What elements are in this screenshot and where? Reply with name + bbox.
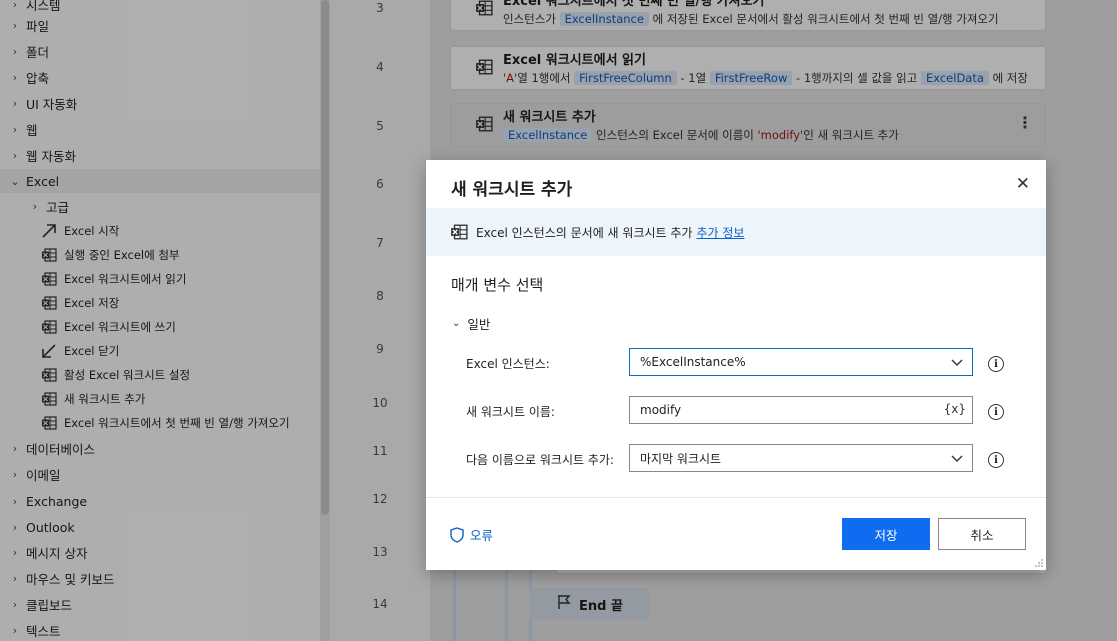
add-position-select[interactable]: 마지막 워크시트 <box>629 444 973 472</box>
on-error-button[interactable]: 오류 <box>450 525 493 544</box>
chevron-down-icon <box>950 451 964 468</box>
chevron-down-icon: ⌄ <box>452 318 461 329</box>
cancel-button[interactable]: 취소 <box>938 518 1026 550</box>
info-icon[interactable]: i <box>988 452 1004 468</box>
excel-instance-select[interactable]: %ExcelInstance% <box>629 348 973 376</box>
variable-picker-icon[interactable]: {x} <box>944 402 966 416</box>
save-button[interactable]: 저장 <box>842 518 930 550</box>
add-position-label: 다음 이름으로 워크시트 추가: <box>466 453 614 467</box>
worksheet-name-input[interactable]: modify {x} <box>629 396 973 424</box>
more-info-link[interactable]: 추가 정보 <box>696 224 744 241</box>
close-icon[interactable]: ✕ <box>1016 174 1030 194</box>
worksheet-name-label: 새 워크시트 이름: <box>466 405 555 419</box>
info-icon[interactable]: i <box>988 404 1004 420</box>
add-worksheet-dialog: 새 워크시트 추가 ✕ Excel 인스턴스의 문서에 새 워크시트 추가 추가… <box>426 160 1046 570</box>
group-general[interactable]: ⌄ 일반 <box>452 314 490 333</box>
excel-sheet-icon <box>450 224 468 240</box>
chevron-down-icon <box>950 355 964 372</box>
section-heading: 매개 변수 선택 <box>451 276 544 294</box>
info-text: Excel 인스턴스의 문서에 새 워크시트 추가 <box>476 225 693 240</box>
resize-grip-icon[interactable] <box>1034 558 1044 568</box>
excel-instance-label: Excel 인스턴스: <box>466 357 550 371</box>
shield-icon <box>450 526 464 543</box>
footer-divider <box>426 497 1046 498</box>
info-bar: Excel 인스턴스의 문서에 새 워크시트 추가 추가 정보 <box>426 208 1046 256</box>
info-icon[interactable]: i <box>988 356 1004 372</box>
dialog-title: 새 워크시트 추가 <box>451 180 573 200</box>
